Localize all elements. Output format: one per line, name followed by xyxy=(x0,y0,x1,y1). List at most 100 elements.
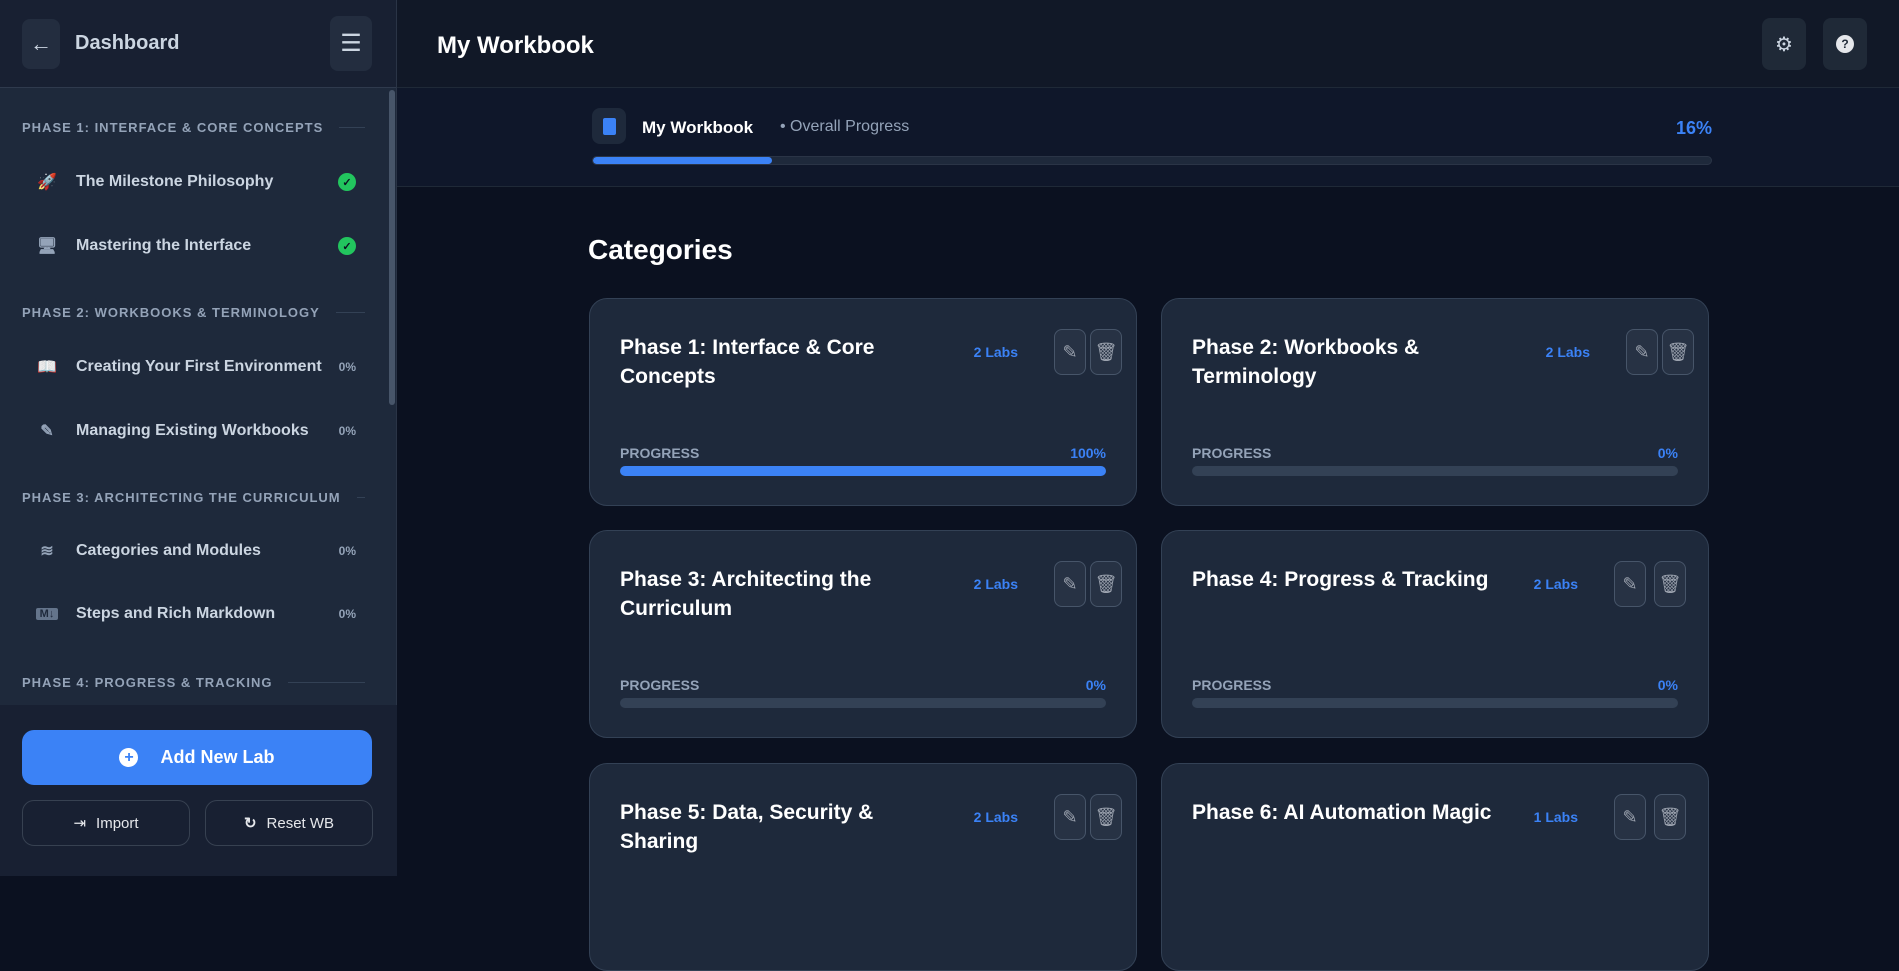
delete-button[interactable]: 🗑 xyxy=(1654,561,1686,607)
layers-icon: ≋ xyxy=(40,543,54,560)
progress-percent: 100% xyxy=(1070,445,1106,461)
pencil-icon: ✎ xyxy=(1062,341,1078,362)
arrow-left-icon: ← xyxy=(30,31,52,56)
category-progress-bar xyxy=(1192,466,1678,476)
help-button[interactable]: ? xyxy=(1823,18,1867,70)
lab-item[interactable]: ≋ Categories and Modules 0% xyxy=(36,541,356,561)
top-bar: My Workbook ⚙ ? xyxy=(397,0,1899,88)
progress-label: PROGRESS xyxy=(1192,677,1272,693)
progress-fill xyxy=(620,466,1106,476)
lab-count: 2 Labs xyxy=(973,576,1018,592)
trash-icon: 🗑 xyxy=(1658,806,1682,827)
lab-item[interactable]: M↓ Steps and Rich Markdown 0% xyxy=(36,605,356,623)
progress-label: PROGRESS xyxy=(1192,445,1272,461)
trash-icon: 🗑 xyxy=(1094,806,1118,827)
check-circle-icon: ✓ xyxy=(338,237,356,255)
sidebar: ← Dashboard ☰ PHASE 1: INTERFACE & CORE … xyxy=(0,0,397,876)
trash-icon: 🗑 xyxy=(1094,341,1118,362)
pencil-icon: ✎ xyxy=(1622,806,1638,827)
edit-button[interactable]: ✎ xyxy=(1054,329,1086,375)
category-card[interactable]: Phase 3: Architecting the Curriculum 2 L… xyxy=(589,530,1137,738)
categories-heading: Categories xyxy=(588,234,733,265)
lab-item[interactable]: 📖 Creating Your First Environment 0% xyxy=(36,357,356,377)
edit-button[interactable]: ✎ xyxy=(1054,794,1086,840)
progress-percent: 0% xyxy=(1085,677,1106,693)
settings-button[interactable]: ⚙ xyxy=(1762,18,1806,70)
pencil-icon: ✎ xyxy=(1062,573,1078,594)
edit-button[interactable]: ✎ xyxy=(1614,794,1646,840)
category-progress-bar xyxy=(620,466,1106,476)
category-card[interactable]: Phase 2: Workbooks & Terminology 2 Labs … xyxy=(1161,298,1709,506)
menu-button[interactable]: ☰ xyxy=(330,16,372,71)
overall-progress: My Workbook • Overall Progress 16% xyxy=(397,88,1899,187)
category-card[interactable]: Phase 1: Interface & Core Concepts 2 Lab… xyxy=(589,298,1137,506)
pencil-icon: ✎ xyxy=(1062,806,1078,827)
overall-progress-label: • Overall Progress xyxy=(780,118,910,135)
lab-count: 2 Labs xyxy=(973,809,1018,825)
pencil-icon: ✎ xyxy=(1622,573,1638,594)
lab-count: 2 Labs xyxy=(1545,344,1590,360)
delete-button[interactable]: 🗑 xyxy=(1090,561,1122,607)
sidebar-footer: + Add New Lab ⇥ Import ↻ Reset WB xyxy=(0,705,397,876)
category-title: Phase 3: Architecting the Curriculum xyxy=(620,568,872,620)
edit-icon: ✎ xyxy=(40,423,54,440)
trash-icon: 🗑 xyxy=(1666,341,1690,362)
file-import-icon: ⇥ xyxy=(73,815,87,832)
category-progress-bar xyxy=(620,698,1106,708)
back-button[interactable]: ← xyxy=(22,19,60,69)
plus-circle-icon: + xyxy=(119,748,139,767)
category-title: Phase 2: Workbooks & Terminology xyxy=(1192,336,1420,388)
lab-count: 1 Labs xyxy=(1533,809,1578,825)
progress-percent: 0% xyxy=(1657,445,1678,461)
progress-label: PROGRESS xyxy=(620,677,700,693)
category-card[interactable]: Phase 5: Data, Security & Sharing 2 Labs… xyxy=(589,763,1137,971)
trash-icon: 🗑 xyxy=(1094,573,1118,594)
overall-progress-bar xyxy=(592,156,1712,165)
lab-item[interactable]: 🖥 Mastering the Interface ✓ xyxy=(36,236,356,256)
delete-button[interactable]: 🗑 xyxy=(1090,329,1122,375)
phase-heading: PHASE 3: ARCHITECTING THE CURRICULUM xyxy=(22,490,365,505)
question-circle-icon: ? xyxy=(1836,35,1854,53)
check-circle-icon: ✓ xyxy=(338,173,356,191)
progress-fill xyxy=(593,157,772,164)
gear-icon: ⚙ xyxy=(1775,33,1793,56)
lab-item[interactable]: 🚀 The Milestone Philosophy ✓ xyxy=(36,172,356,192)
edit-button[interactable]: ✎ xyxy=(1054,561,1086,607)
lab-count: 2 Labs xyxy=(1533,576,1578,592)
import-button[interactable]: ⇥ Import xyxy=(22,800,190,846)
category-title: Phase 4: Progress & Tracking xyxy=(1192,568,1489,591)
monitor-icon: 🖥 xyxy=(36,238,58,255)
edit-button[interactable]: ✎ xyxy=(1614,561,1646,607)
trash-icon: 🗑 xyxy=(1658,573,1682,594)
lab-count: 2 Labs xyxy=(973,344,1018,360)
category-title: Phase 6: AI Automation Magic xyxy=(1192,801,1492,824)
hamburger-icon: ☰ xyxy=(340,30,362,57)
edit-button[interactable]: ✎ xyxy=(1626,329,1658,375)
book-icon xyxy=(592,108,626,144)
sidebar-title: Dashboard xyxy=(75,32,180,54)
workbook-name: My Workbook xyxy=(642,118,754,137)
category-card[interactable]: Phase 4: Progress & Tracking 2 Labs ✎ 🗑 P… xyxy=(1161,530,1709,738)
phase-heading: PHASE 2: WORKBOOKS & TERMINOLOGY xyxy=(22,305,365,320)
category-card[interactable]: Phase 6: AI Automation Magic 1 Labs ✎ 🗑 xyxy=(1161,763,1709,971)
pencil-icon: ✎ xyxy=(1634,341,1650,362)
progress-label: PROGRESS xyxy=(620,445,700,461)
sidebar-scrollbar[interactable] xyxy=(389,90,395,405)
rocket-icon: 🚀 xyxy=(37,174,57,191)
phase-heading: PHASE 4: PROGRESS & TRACKING xyxy=(22,675,365,690)
reset-workbook-button[interactable]: ↻ Reset WB xyxy=(205,800,373,846)
lab-item[interactable]: ✎ Managing Existing Workbooks 0% xyxy=(36,421,356,441)
phase-heading: PHASE 1: INTERFACE & CORE CONCEPTS xyxy=(22,120,365,135)
delete-button[interactable]: 🗑 xyxy=(1654,794,1686,840)
lab-list: PHASE 1: INTERFACE & CORE CONCEPTS 🚀 The … xyxy=(0,88,390,705)
progress-percent: 0% xyxy=(1657,677,1678,693)
delete-button[interactable]: 🗑 xyxy=(1090,794,1122,840)
page-title: My Workbook xyxy=(437,32,594,59)
markdown-icon: M↓ xyxy=(36,608,58,620)
category-title: Phase 1: Interface & Core Concepts xyxy=(620,336,875,388)
add-new-lab-button[interactable]: + Add New Lab xyxy=(22,730,372,785)
category-progress-bar xyxy=(1192,698,1678,708)
delete-button[interactable]: 🗑 xyxy=(1662,329,1694,375)
sidebar-header: ← Dashboard ☰ xyxy=(0,0,396,88)
refresh-icon: ↻ xyxy=(243,815,257,832)
